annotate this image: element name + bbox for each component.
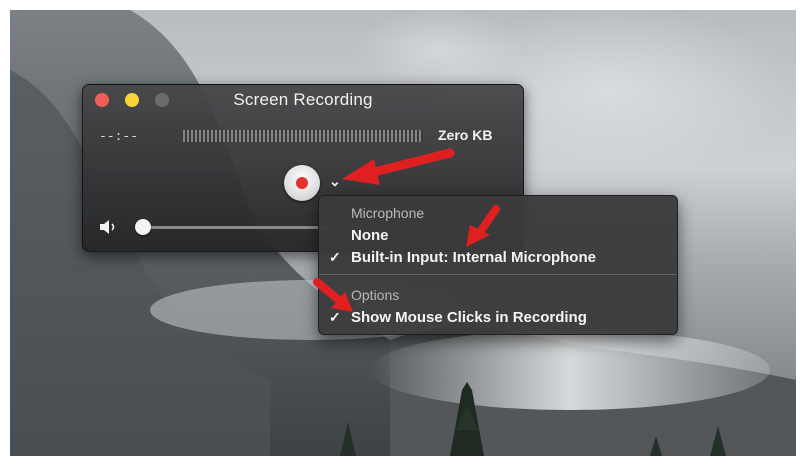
annotation-arrow-to-microphone (466, 205, 500, 247)
speaker-icon (100, 220, 115, 234)
record-button[interactable] (284, 165, 320, 201)
annotation-arrow-to-chevron (342, 148, 455, 185)
options-section-header: Options (351, 287, 400, 303)
elapsed-time: --:-- (99, 129, 139, 144)
menu-item-internal-microphone[interactable]: ✓ Built-in Input: Internal Microphone (329, 249, 596, 266)
menu-item-label: Show Mouse Clicks in Recording (351, 309, 587, 326)
audio-level-meter (183, 130, 423, 142)
volume-slider-track[interactable] (141, 226, 331, 229)
record-icon (296, 177, 308, 189)
checkmark-icon: ✓ (329, 249, 341, 265)
menu-separator (319, 274, 677, 275)
annotation-arrow-to-options (313, 278, 353, 312)
menu-item-none[interactable]: None (351, 227, 389, 244)
file-size: Zero KB (438, 127, 493, 143)
menu-item-label: None (351, 227, 389, 244)
chevron-down-icon[interactable]: ⌄ (329, 173, 341, 190)
menu-item-label: Built-in Input: Internal Microphone (351, 249, 596, 266)
microphone-section-header: Microphone (351, 205, 425, 221)
window-title: Screen Recording (233, 90, 373, 109)
volume-slider-knob[interactable] (135, 219, 151, 235)
menu-item-show-mouse-clicks[interactable]: ✓ Show Mouse Clicks in Recording (329, 309, 587, 326)
